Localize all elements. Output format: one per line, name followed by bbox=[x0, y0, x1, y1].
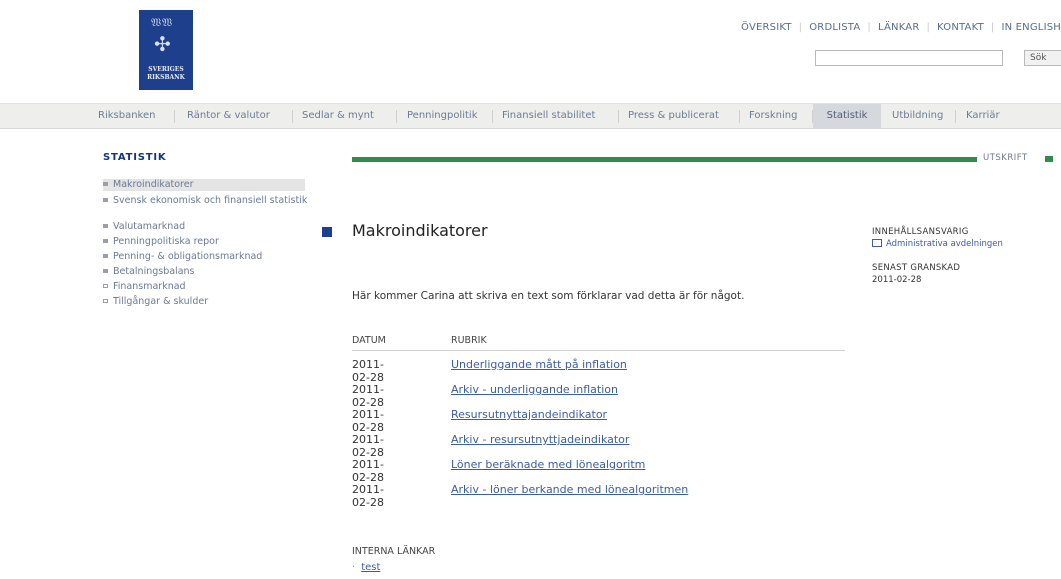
nav-item-statistik[interactable]: Statistik bbox=[813, 104, 881, 128]
intro-text: Här kommer Carina att skriva en text som… bbox=[352, 290, 745, 302]
bullet-icon: · bbox=[352, 562, 356, 573]
internal-link-test[interactable]: test bbox=[361, 562, 380, 573]
top-links: ÖVERSIKT | ORDLISTA | LÄNKAR | KONTAKT | IN ENGL… bbox=[741, 22, 1061, 33]
search-button[interactable]: Sök bbox=[1024, 50, 1061, 66]
nav-item-finansiell-stabilitet[interactable]: Finansiell stabilitet bbox=[502, 104, 595, 128]
nav-item-riksbanken[interactable]: Riksbanken bbox=[98, 104, 155, 128]
section-divider-bar bbox=[352, 157, 977, 162]
row-title-link[interactable]: Arkiv - underliggande inflation bbox=[451, 383, 618, 396]
emblem-icon: ✣ bbox=[154, 32, 171, 56]
heading-square-icon bbox=[322, 227, 332, 237]
row-date: 2011-02-28 bbox=[352, 408, 384, 434]
sidebar-item-penning-obligationsmarknad[interactable]: Penning- & obligationsmarknad bbox=[103, 251, 262, 263]
bullet-icon bbox=[103, 269, 108, 273]
nav-item-penningpolitik[interactable]: Penningpolitik bbox=[407, 104, 477, 128]
column-header-rubrik: RUBRIK bbox=[451, 335, 487, 346]
mail-icon bbox=[872, 239, 882, 247]
nav-item-karriar[interactable]: Karriär bbox=[966, 104, 1000, 128]
responsible-link[interactable]: Administrativa avdelningen bbox=[872, 239, 1003, 249]
top-link-lankar[interactable]: LÄNKAR bbox=[878, 22, 920, 33]
row-date: 2011-02-28 bbox=[352, 458, 384, 484]
nav-item-press-publicerat[interactable]: Press & publicerat bbox=[628, 104, 719, 128]
top-link-kontakt[interactable]: KONTAKT bbox=[937, 22, 984, 33]
top-link-ordlista[interactable]: ORDLISTA bbox=[809, 22, 860, 33]
bullet-outline-icon bbox=[103, 299, 108, 303]
logo-line-1: SVERIGES bbox=[148, 66, 184, 73]
sidebar-item-betalningsbalans[interactable]: Betalningsbalans bbox=[103, 266, 195, 278]
nav-item-sedlar-mynt[interactable]: Sedlar & mynt bbox=[302, 104, 374, 128]
row-title-link[interactable]: Arkiv - löner berkande med lönealgoritme… bbox=[451, 483, 688, 496]
print-link[interactable]: UTSKRIFT bbox=[983, 153, 1028, 163]
row-date: 2011-02-28 bbox=[352, 433, 384, 459]
search-input[interactable] bbox=[815, 50, 1003, 66]
sidebar-item-finansmarknad[interactable]: Finansmarknad bbox=[103, 281, 186, 293]
bullet-icon bbox=[103, 239, 108, 243]
sidebar-title: STATISTIK bbox=[103, 152, 167, 163]
bullet-icon bbox=[103, 254, 108, 258]
responsible-label: INNEHÅLLSANSVARIG bbox=[872, 227, 969, 237]
row-title-link[interactable]: Löner beräknade med lönealgoritm bbox=[451, 458, 645, 471]
nav-item-utbildning[interactable]: Utbildning bbox=[892, 104, 943, 128]
nav-item-rantor-valutor[interactable]: Räntor & valutor bbox=[187, 104, 270, 128]
internal-link-item: · test bbox=[352, 562, 380, 573]
main-nav: Riksbanken Räntor & valutor Sedlar & myn… bbox=[0, 103, 1061, 129]
top-link-in-english[interactable]: IN ENGLISH bbox=[1001, 22, 1061, 33]
row-title-link[interactable]: Arkiv - resursutnyttjadeindikator bbox=[451, 433, 629, 446]
row-date: 2011-02-28 bbox=[352, 358, 384, 384]
riksbank-logo[interactable]: 𝔚𝔚 ✣ SVERIGES RIKSBANK bbox=[139, 10, 193, 90]
row-date: 2011-02-28 bbox=[352, 483, 384, 509]
sidebar-item-valutamarknad[interactable]: Valutamarknad bbox=[103, 221, 185, 233]
row-title-link[interactable]: Resursutnyttajandeindikator bbox=[451, 408, 607, 421]
sidebar-item-penningpolitiska-repor[interactable]: Penningpolitiska repor bbox=[103, 236, 219, 248]
bullet-icon bbox=[103, 198, 108, 202]
row-title-link[interactable]: Underliggande mått på inflation bbox=[451, 358, 627, 371]
nav-item-forskning[interactable]: Forskning bbox=[749, 104, 797, 128]
column-header-datum: DATUM bbox=[352, 335, 386, 346]
sidebar-item-svensk-ekonomisk[interactable]: Svensk ekonomisk och finansiell statisti… bbox=[103, 195, 308, 207]
logo-line-2: RIKSBANK bbox=[147, 74, 185, 81]
table-header-divider bbox=[352, 350, 845, 351]
reviewed-date: 2011-02-28 bbox=[872, 275, 922, 285]
sidebar-item-tillgangar-skulder[interactable]: Tillgångar & skulder bbox=[103, 296, 208, 308]
reviewed-label: SENAST GRANSKAD bbox=[872, 263, 961, 273]
internal-links-title: INTERNA LÄNKAR bbox=[352, 546, 436, 557]
sidebar-item-makroindikatorer[interactable]: Makroindikatorer bbox=[103, 179, 305, 191]
crown-icon: 𝔚𝔚 bbox=[151, 16, 174, 29]
bullet-outline-icon bbox=[103, 284, 108, 288]
row-date: 2011-02-28 bbox=[352, 383, 384, 409]
page-title: Makroindikatorer bbox=[352, 221, 488, 240]
bullet-icon bbox=[103, 224, 108, 228]
print-icon[interactable] bbox=[1045, 156, 1053, 162]
bullet-icon bbox=[103, 182, 108, 186]
top-link-oversikt[interactable]: ÖVERSIKT bbox=[741, 22, 792, 33]
